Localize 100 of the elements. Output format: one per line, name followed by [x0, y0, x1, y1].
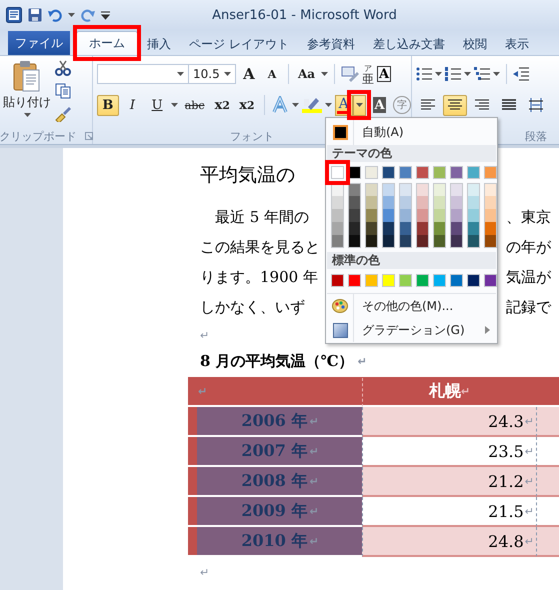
- color-swatch[interactable]: [484, 235, 497, 248]
- auto-color-item[interactable]: 自動(A): [327, 119, 496, 145]
- color-swatch[interactable]: [331, 222, 344, 235]
- caret-icon[interactable]: [321, 72, 328, 76]
- color-swatch[interactable]: [467, 166, 480, 179]
- format-button[interactable]: abc: [180, 94, 208, 116]
- color-swatch[interactable]: [484, 274, 497, 287]
- color-swatch[interactable]: [348, 274, 361, 287]
- ribbon-tab[interactable]: 差し込み文書: [364, 33, 454, 55]
- color-swatch[interactable]: [433, 274, 446, 287]
- color-swatch[interactable]: [382, 222, 395, 235]
- ribbon-tab[interactable]: ファイル: [8, 31, 70, 55]
- color-swatch[interactable]: [365, 209, 378, 222]
- color-swatch[interactable]: [365, 166, 378, 179]
- color-swatch[interactable]: [467, 196, 480, 209]
- color-swatch[interactable]: [365, 183, 378, 196]
- color-swatch[interactable]: [416, 166, 429, 179]
- color-swatch[interactable]: [484, 222, 497, 235]
- color-swatch[interactable]: [416, 222, 429, 235]
- color-swatch[interactable]: [484, 183, 497, 196]
- paintbrush-icon[interactable]: [54, 106, 72, 122]
- copy-icon[interactable]: [55, 83, 71, 99]
- color-swatch[interactable]: [467, 183, 480, 196]
- color-swatch[interactable]: [433, 222, 446, 235]
- color-swatch[interactable]: [450, 222, 463, 235]
- customize-icon[interactable]: [101, 10, 110, 20]
- color-swatch[interactable]: [416, 274, 429, 287]
- color-swatch[interactable]: [399, 274, 412, 287]
- caret-icon[interactable]: [464, 72, 471, 76]
- color-swatch[interactable]: [382, 235, 395, 248]
- color-swatch[interactable]: [399, 222, 412, 235]
- color-swatch[interactable]: [382, 209, 395, 222]
- color-swatch[interactable]: [416, 209, 429, 222]
- color-swatch[interactable]: [331, 209, 344, 222]
- color-swatch[interactable]: [433, 209, 446, 222]
- color-swatch[interactable]: [382, 196, 395, 209]
- color-swatch[interactable]: [399, 166, 412, 179]
- bullet-list-icon[interactable]: [416, 67, 432, 81]
- color-swatch[interactable]: [433, 166, 446, 179]
- caret-icon[interactable]: [435, 72, 442, 76]
- color-swatch[interactable]: [331, 235, 344, 248]
- color-swatch[interactable]: [450, 166, 463, 179]
- color-swatch[interactable]: [382, 166, 395, 179]
- scissors-icon[interactable]: [55, 60, 71, 76]
- caret-icon[interactable]: [170, 103, 178, 107]
- color-swatch[interactable]: [331, 166, 344, 179]
- ribbon-tab[interactable]: 校閲: [454, 33, 496, 55]
- ribbon-tab[interactable]: 参考資料: [298, 33, 364, 55]
- color-swatch[interactable]: [382, 183, 395, 196]
- color-swatch[interactable]: [433, 235, 446, 248]
- caret-icon[interactable]: [324, 103, 332, 107]
- color-swatch[interactable]: [467, 209, 480, 222]
- format-button[interactable]: B: [97, 94, 119, 116]
- color-swatch[interactable]: [416, 235, 429, 248]
- enclose-character-button[interactable]: 字: [393, 96, 412, 114]
- color-swatch[interactable]: [467, 222, 480, 235]
- color-swatch[interactable]: [399, 235, 412, 248]
- ribbon-tab[interactable]: 表示: [496, 33, 538, 55]
- align-center-button[interactable]: [443, 94, 467, 116]
- color-swatch[interactable]: [450, 183, 463, 196]
- menu-item[interactable]: その他の色(M)...: [327, 294, 496, 318]
- change-case-button[interactable]: Aa: [295, 64, 318, 84]
- color-swatch[interactable]: [399, 196, 412, 209]
- color-swatch[interactable]: [365, 196, 378, 209]
- clipboard-icon[interactable]: [13, 60, 41, 92]
- character-border-button[interactable]: A: [377, 66, 392, 82]
- caret-icon[interactable]: [68, 13, 75, 17]
- color-swatch[interactable]: [433, 196, 446, 209]
- undo-icon[interactable]: [48, 8, 62, 22]
- color-swatch[interactable]: [450, 209, 463, 222]
- caret-icon[interactable]: [292, 103, 299, 107]
- color-swatch[interactable]: [399, 209, 412, 222]
- color-swatch[interactable]: [365, 235, 378, 248]
- color-swatch[interactable]: [467, 235, 480, 248]
- font-name-field[interactable]: [97, 64, 189, 84]
- grow-font-button[interactable]: A: [239, 64, 259, 84]
- color-swatch[interactable]: [450, 235, 463, 248]
- font-color-dropdown[interactable]: [352, 94, 366, 116]
- color-swatch[interactable]: [467, 274, 480, 287]
- color-swatch[interactable]: [484, 166, 497, 179]
- multilevel-list-icon[interactable]: [474, 67, 490, 81]
- caret-icon[interactable]: [224, 72, 231, 76]
- color-swatch[interactable]: [450, 274, 463, 287]
- color-swatch[interactable]: [331, 196, 344, 209]
- color-swatch[interactable]: [348, 196, 361, 209]
- color-swatch[interactable]: [484, 209, 497, 222]
- highlighter-icon[interactable]: [302, 96, 322, 114]
- color-swatch[interactable]: [399, 183, 412, 196]
- color-swatch[interactable]: [348, 183, 361, 196]
- color-swatch[interactable]: [348, 222, 361, 235]
- color-swatch[interactable]: [450, 196, 463, 209]
- paste-button[interactable]: 貼り付け: [3, 60, 51, 117]
- spelling-icon[interactable]: [341, 66, 360, 82]
- ribbon-tab[interactable]: 挿入: [138, 33, 180, 55]
- caret-icon[interactable]: [177, 72, 184, 76]
- color-swatch[interactable]: [332, 124, 348, 140]
- color-swatch[interactable]: [365, 222, 378, 235]
- caret-icon[interactable]: [24, 113, 30, 117]
- save-icon[interactable]: [28, 8, 42, 22]
- color-swatch[interactable]: [433, 183, 446, 196]
